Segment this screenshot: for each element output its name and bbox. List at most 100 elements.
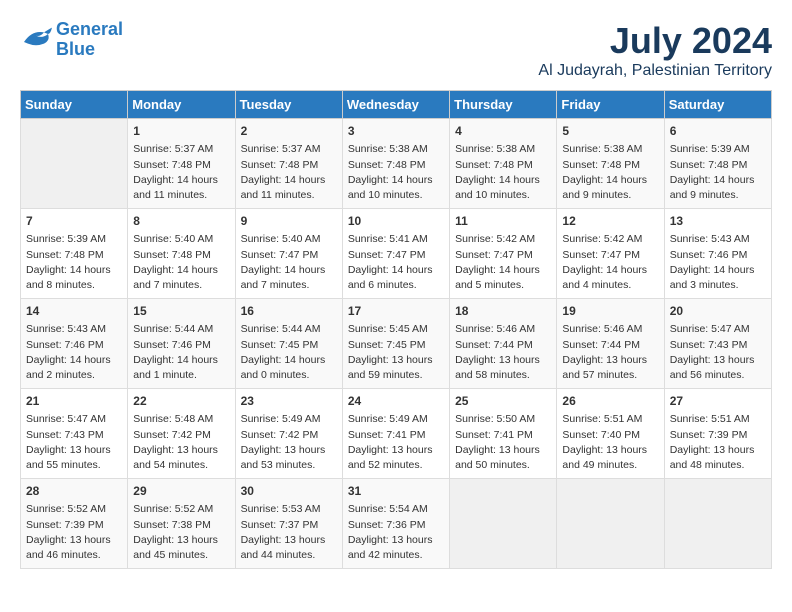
day-info-line: and 55 minutes.: [26, 458, 122, 473]
day-info-line: Daylight: 14 hours: [670, 263, 766, 278]
day-info-line: Daylight: 13 hours: [241, 443, 337, 458]
day-number: 15: [133, 303, 229, 320]
day-info-line: and 1 minute.: [133, 368, 229, 383]
day-info-line: Sunrise: 5:44 AM: [241, 322, 337, 337]
day-info-line: Sunset: 7:48 PM: [133, 248, 229, 263]
calendar-cell: 25Sunrise: 5:50 AMSunset: 7:41 PMDayligh…: [450, 389, 557, 479]
day-info-line: Sunset: 7:48 PM: [26, 248, 122, 263]
day-number: 20: [670, 303, 766, 320]
day-info-line: Sunrise: 5:53 AM: [241, 502, 337, 517]
day-info-line: and 11 minutes.: [133, 188, 229, 203]
day-info-line: Sunset: 7:47 PM: [348, 248, 444, 263]
day-info-line: Daylight: 13 hours: [348, 443, 444, 458]
week-row-2: 7Sunrise: 5:39 AMSunset: 7:48 PMDaylight…: [21, 209, 772, 299]
day-info-line: Daylight: 14 hours: [133, 173, 229, 188]
day-info-line: and 6 minutes.: [348, 278, 444, 293]
day-info-line: and 8 minutes.: [26, 278, 122, 293]
logo-icon: [20, 26, 52, 54]
day-info-line: Sunset: 7:47 PM: [241, 248, 337, 263]
calendar-cell: [21, 119, 128, 209]
day-info-line: Sunset: 7:39 PM: [26, 518, 122, 533]
day-info-line: Sunrise: 5:39 AM: [26, 232, 122, 247]
day-info-line: and 53 minutes.: [241, 458, 337, 473]
calendar-cell: 27Sunrise: 5:51 AMSunset: 7:39 PMDayligh…: [664, 389, 771, 479]
month-title: July 2024: [538, 20, 772, 62]
day-info-line: and 2 minutes.: [26, 368, 122, 383]
calendar-cell: 30Sunrise: 5:53 AMSunset: 7:37 PMDayligh…: [235, 479, 342, 569]
calendar-cell: 11Sunrise: 5:42 AMSunset: 7:47 PMDayligh…: [450, 209, 557, 299]
day-info-line: and 44 minutes.: [241, 548, 337, 563]
day-info-line: and 5 minutes.: [455, 278, 551, 293]
calendar-cell: 19Sunrise: 5:46 AMSunset: 7:44 PMDayligh…: [557, 299, 664, 389]
header-row: SundayMondayTuesdayWednesdayThursdayFrid…: [21, 91, 772, 119]
day-info-line: Sunrise: 5:38 AM: [348, 142, 444, 157]
day-info-line: and 50 minutes.: [455, 458, 551, 473]
day-info-line: Sunrise: 5:40 AM: [241, 232, 337, 247]
day-info-line: Daylight: 13 hours: [562, 353, 658, 368]
day-info-line: Daylight: 13 hours: [241, 533, 337, 548]
day-info-line: and 45 minutes.: [133, 548, 229, 563]
day-info-line: Daylight: 13 hours: [455, 443, 551, 458]
header-saturday: Saturday: [664, 91, 771, 119]
day-info-line: Sunset: 7:42 PM: [133, 428, 229, 443]
day-info-line: Daylight: 14 hours: [241, 173, 337, 188]
day-info-line: Sunrise: 5:54 AM: [348, 502, 444, 517]
calendar-cell: 15Sunrise: 5:44 AMSunset: 7:46 PMDayligh…: [128, 299, 235, 389]
day-info-line: Sunset: 7:44 PM: [455, 338, 551, 353]
calendar-table: SundayMondayTuesdayWednesdayThursdayFrid…: [20, 90, 772, 569]
calendar-cell: [450, 479, 557, 569]
calendar-cell: 9Sunrise: 5:40 AMSunset: 7:47 PMDaylight…: [235, 209, 342, 299]
day-number: 27: [670, 393, 766, 410]
calendar-cell: [664, 479, 771, 569]
day-info-line: Daylight: 14 hours: [455, 173, 551, 188]
day-number: 8: [133, 213, 229, 230]
day-info-line: and 9 minutes.: [562, 188, 658, 203]
day-number: 6: [670, 123, 766, 140]
day-info-line: Sunrise: 5:43 AM: [670, 232, 766, 247]
day-number: 14: [26, 303, 122, 320]
day-number: 18: [455, 303, 551, 320]
day-info-line: Sunrise: 5:52 AM: [133, 502, 229, 517]
day-number: 21: [26, 393, 122, 410]
day-number: 2: [241, 123, 337, 140]
header-thursday: Thursday: [450, 91, 557, 119]
day-number: 28: [26, 483, 122, 500]
page-header: General Blue July 2024 Al Judayrah, Pale…: [20, 20, 772, 80]
day-info-line: Sunrise: 5:38 AM: [455, 142, 551, 157]
day-info-line: Daylight: 14 hours: [241, 353, 337, 368]
calendar-cell: 2Sunrise: 5:37 AMSunset: 7:48 PMDaylight…: [235, 119, 342, 209]
day-info-line: Daylight: 14 hours: [562, 173, 658, 188]
day-info-line: Daylight: 14 hours: [133, 353, 229, 368]
day-info-line: Daylight: 13 hours: [670, 443, 766, 458]
calendar-cell: 18Sunrise: 5:46 AMSunset: 7:44 PMDayligh…: [450, 299, 557, 389]
day-number: 10: [348, 213, 444, 230]
day-info-line: Daylight: 13 hours: [670, 353, 766, 368]
calendar-cell: 16Sunrise: 5:44 AMSunset: 7:45 PMDayligh…: [235, 299, 342, 389]
day-number: 12: [562, 213, 658, 230]
day-info-line: Sunrise: 5:52 AM: [26, 502, 122, 517]
calendar-cell: 26Sunrise: 5:51 AMSunset: 7:40 PMDayligh…: [557, 389, 664, 479]
day-info-line: and 7 minutes.: [133, 278, 229, 293]
day-info-line: Daylight: 13 hours: [26, 443, 122, 458]
day-info-line: Sunrise: 5:44 AM: [133, 322, 229, 337]
header-wednesday: Wednesday: [342, 91, 449, 119]
day-info-line: and 48 minutes.: [670, 458, 766, 473]
calendar-cell: 7Sunrise: 5:39 AMSunset: 7:48 PMDaylight…: [21, 209, 128, 299]
day-info-line: and 46 minutes.: [26, 548, 122, 563]
day-number: 9: [241, 213, 337, 230]
calendar-cell: 5Sunrise: 5:38 AMSunset: 7:48 PMDaylight…: [557, 119, 664, 209]
day-number: 13: [670, 213, 766, 230]
day-info-line: Sunset: 7:48 PM: [455, 158, 551, 173]
day-info-line: Sunset: 7:47 PM: [562, 248, 658, 263]
day-number: 3: [348, 123, 444, 140]
day-info-line: Sunset: 7:48 PM: [562, 158, 658, 173]
day-number: 7: [26, 213, 122, 230]
day-info-line: Sunrise: 5:37 AM: [241, 142, 337, 157]
week-row-3: 14Sunrise: 5:43 AMSunset: 7:46 PMDayligh…: [21, 299, 772, 389]
calendar-cell: 14Sunrise: 5:43 AMSunset: 7:46 PMDayligh…: [21, 299, 128, 389]
day-number: 22: [133, 393, 229, 410]
calendar-cell: 23Sunrise: 5:49 AMSunset: 7:42 PMDayligh…: [235, 389, 342, 479]
day-info-line: Sunset: 7:46 PM: [670, 248, 766, 263]
day-info-line: Sunset: 7:48 PM: [670, 158, 766, 173]
logo-text-line2: Blue: [56, 40, 123, 60]
